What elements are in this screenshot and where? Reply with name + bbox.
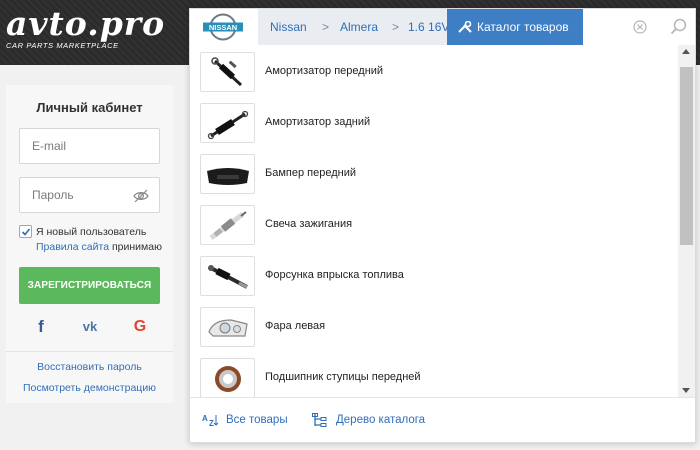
rules-line: Правила сайта принимаю bbox=[36, 240, 162, 255]
site-rules-link[interactable]: Правила сайта bbox=[36, 241, 109, 253]
catalog-tree-label: Дерево каталога bbox=[336, 414, 426, 426]
list-item[interactable]: Амортизатор задний bbox=[200, 103, 670, 143]
list-item[interactable]: Фара левая bbox=[200, 307, 670, 347]
brand-logo-text: NISSAN bbox=[209, 23, 237, 32]
catalog-tab-label: Каталог товаров bbox=[477, 20, 569, 34]
logo-tagline: CAR PARTS MARKETPLACE bbox=[6, 41, 119, 50]
list-item[interactable]: Свеча зажигания bbox=[200, 205, 670, 245]
list-scrollbar[interactable] bbox=[678, 45, 695, 397]
breadcrumb-engine[interactable]: 1.6 16V bbox=[408, 9, 449, 45]
logo-text: avto.pro bbox=[6, 4, 166, 43]
scroll-up-icon[interactable] bbox=[682, 49, 690, 54]
breadcrumb-separator-icon: > bbox=[322, 20, 330, 34]
catalog-top-bar: NISSAN Nissan > Almera > 1.6 16V Каталог… bbox=[190, 9, 695, 45]
nissan-logo-icon: NISSAN bbox=[203, 13, 243, 41]
new-user-checkbox[interactable] bbox=[19, 225, 32, 238]
tab-catalog[interactable]: Каталог товаров bbox=[447, 9, 583, 45]
catalog-list: Амортизатор передний Амортизатор задний bbox=[190, 45, 678, 397]
breadcrumb: Nissan > Almera > 1.6 16V bbox=[258, 9, 449, 45]
svg-text:A: A bbox=[202, 414, 208, 423]
wrench-icon bbox=[458, 21, 472, 33]
list-item[interactable]: Бампер передний bbox=[200, 154, 670, 194]
vk-icon[interactable]: vk bbox=[78, 317, 102, 337]
wheel-hub-bearing-image bbox=[200, 358, 255, 397]
list-item[interactable]: Подшипник ступицы передней bbox=[200, 358, 670, 397]
password-field[interactable] bbox=[19, 177, 160, 213]
checkmark-icon bbox=[21, 228, 31, 236]
hide-password-icon[interactable] bbox=[133, 189, 149, 203]
list-item[interactable]: Амортизатор передний bbox=[200, 52, 670, 92]
sort-az-icon: A Z bbox=[202, 414, 219, 427]
search-icon[interactable] bbox=[670, 18, 687, 35]
email-field[interactable] bbox=[19, 128, 160, 164]
item-label: Амортизатор задний bbox=[265, 116, 371, 128]
scroll-down-icon[interactable] bbox=[682, 388, 690, 393]
tree-icon bbox=[312, 413, 327, 427]
item-label: Бампер передний bbox=[265, 167, 356, 179]
catalog-footer: A Z Все товары Дерево каталога bbox=[190, 397, 695, 442]
avto-pro-logo[interactable]: avto.pro CAR PARTS MARKETPLACE bbox=[6, 6, 186, 56]
breadcrumb-brand[interactable]: Nissan bbox=[270, 9, 307, 45]
breadcrumb-model[interactable]: Almera bbox=[340, 9, 378, 45]
catalog-popup: NISSAN Nissan > Almera > 1.6 16V Каталог… bbox=[189, 8, 696, 443]
breadcrumb-separator-icon: > bbox=[392, 20, 400, 34]
login-panel: Личный кабинет Я новый пользователь Прав… bbox=[6, 85, 173, 403]
front-bumper-image bbox=[200, 154, 255, 194]
clear-icon[interactable] bbox=[633, 20, 647, 34]
accept-text: принимаю bbox=[111, 241, 162, 253]
spark-plug-image bbox=[200, 205, 255, 245]
all-products-label: Все товары bbox=[226, 414, 288, 426]
item-label: Свеча зажигания bbox=[265, 218, 353, 230]
login-title: Личный кабинет bbox=[36, 100, 143, 115]
left-headlight-image bbox=[200, 307, 255, 347]
item-label: Амортизатор передний bbox=[265, 65, 384, 77]
new-user-label: Я новый пользователь bbox=[36, 226, 147, 238]
email-input[interactable] bbox=[20, 129, 159, 163]
item-label: Форсунка впрыска топлива bbox=[265, 269, 404, 281]
list-item[interactable]: Форсунка впрыска топлива bbox=[200, 256, 670, 296]
item-label: Фара левая bbox=[265, 320, 326, 332]
facebook-icon[interactable]: f bbox=[31, 317, 51, 337]
search-area bbox=[583, 9, 695, 45]
item-label: Подшипник ступицы передней bbox=[265, 371, 421, 383]
view-demo-link[interactable]: Посмотреть демонстрацию bbox=[6, 382, 173, 394]
fuel-injector-image bbox=[200, 256, 255, 296]
google-icon[interactable]: G bbox=[130, 317, 150, 337]
rear-shock-absorber-image bbox=[200, 103, 255, 143]
register-button[interactable]: ЗАРЕГИСТРИРОВАТЬСЯ bbox=[19, 267, 160, 304]
restore-password-link[interactable]: Восстановить пароль bbox=[6, 361, 173, 373]
svg-text:Z: Z bbox=[209, 419, 214, 427]
scroll-thumb[interactable] bbox=[680, 67, 693, 245]
front-shock-absorber-image bbox=[200, 52, 255, 92]
brand-box[interactable]: NISSAN bbox=[190, 9, 258, 45]
login-divider bbox=[6, 351, 173, 352]
